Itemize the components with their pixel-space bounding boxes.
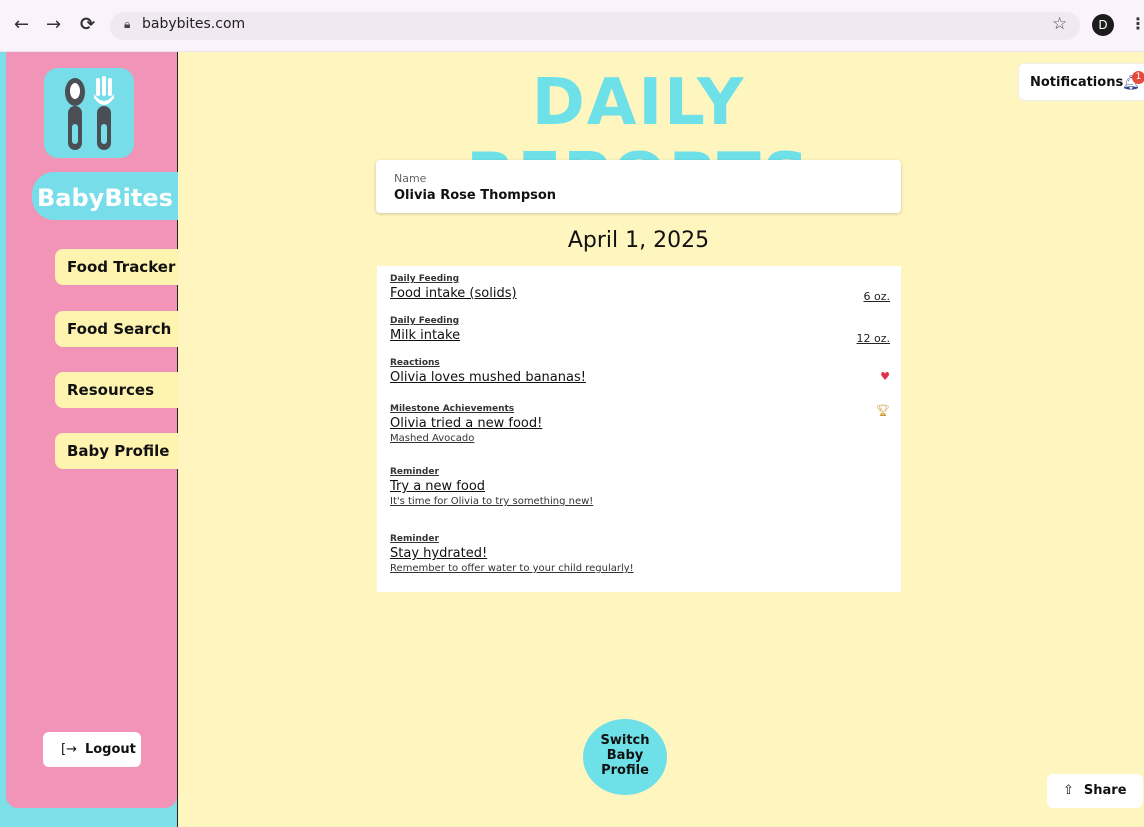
entry-value: 6 oz.: [863, 290, 891, 303]
entry-category: Reminder: [390, 467, 439, 477]
profile-avatar[interactable]: D: [1092, 14, 1114, 36]
entry-category: Reminder: [390, 534, 439, 544]
notification-count-badge: 1: [1132, 71, 1144, 84]
spoon-fork-icon: [65, 76, 114, 150]
back-arrow-icon[interactable]: ←: [14, 14, 29, 36]
url-text[interactable]: babybites.com: [142, 16, 245, 32]
sidebar-item-resources[interactable]: Resources: [55, 372, 178, 408]
entry-category: Daily Feeding: [390, 274, 460, 284]
switch-label-line3: Profile: [601, 763, 649, 778]
entry-subtitle: It's time for Olivia to try something ne…: [390, 496, 594, 507]
share-icon: ⇧: [1063, 783, 1074, 798]
switch-label-line1: Switch: [600, 733, 650, 748]
entry-category: Daily Feeding: [390, 316, 460, 326]
list-item[interactable]: Reminder Try a new food It's time for Ol…: [390, 467, 890, 507]
entry-title[interactable]: Milk intake: [390, 328, 890, 343]
entry-value: 12 oz.: [856, 332, 891, 345]
list-item[interactable]: Reminder Stay hydrated! Remember to offe…: [390, 534, 890, 574]
switch-label-line2: Baby: [606, 748, 644, 763]
share-label: Share: [1083, 783, 1127, 798]
list-item[interactable]: Milestone Achievements Olivia tried a ne…: [390, 404, 890, 444]
sidebar-item-baby-profile[interactable]: Baby Profile: [55, 433, 178, 469]
trophy-icon: 🏆︎: [876, 404, 890, 417]
name-field[interactable]: Name Olivia Rose Thompson: [376, 160, 901, 213]
logout-icon: [→: [61, 742, 77, 757]
reload-icon[interactable]: ⟳: [80, 14, 95, 36]
report-date: April 1, 2025: [567, 228, 710, 253]
name-field-label: Name: [394, 172, 427, 185]
entry-title[interactable]: Food intake (solids): [390, 286, 890, 301]
daily-report-list: Daily Feeding Food intake (solids) 6 oz.…: [377, 266, 901, 592]
notifications-label: Notifications: [1030, 75, 1124, 90]
babybites-logo[interactable]: [44, 68, 134, 158]
sidebar: [6, 52, 177, 808]
logout-button[interactable]: [→ Logout: [43, 732, 141, 767]
entry-title[interactable]: Olivia loves mushed bananas!: [390, 370, 890, 385]
heart-icon: ♥: [880, 370, 890, 383]
entry-title[interactable]: Olivia tried a new food!: [390, 416, 890, 431]
sidebar-item-food-search[interactable]: Food Search: [55, 311, 178, 347]
list-item[interactable]: Reactions Olivia loves mushed bananas! ♥: [390, 358, 890, 385]
browser-menu-icon[interactable]: ⋮: [1130, 14, 1144, 33]
entry-subtitle: Remember to offer water to your child re…: [390, 563, 634, 574]
sidebar-item-food-tracker[interactable]: Food Tracker: [55, 249, 178, 285]
forward-arrow-icon[interactable]: →: [46, 14, 61, 36]
logout-label: Logout: [84, 742, 136, 757]
entry-subtitle: Mashed Avocado: [390, 433, 475, 444]
list-item[interactable]: Daily Feeding Milk intake 12 oz.: [390, 316, 891, 345]
lock-icon: 🔒︎: [124, 17, 131, 31]
entry-title[interactable]: Stay hydrated!: [390, 546, 890, 561]
brand-name: BabyBites: [37, 184, 173, 212]
bookmark-star-icon[interactable]: ☆: [1052, 14, 1067, 34]
entry-category: Reactions: [390, 358, 440, 368]
share-button[interactable]: ⇧ Share: [1047, 774, 1143, 808]
entry-category: Milestone Achievements: [390, 404, 515, 414]
entry-title[interactable]: Try a new food: [390, 479, 890, 494]
switch-baby-profile-button[interactable]: Switch Baby Profile: [583, 719, 667, 795]
list-item[interactable]: Daily Feeding Food intake (solids) 6 oz.: [390, 274, 891, 303]
address-bar[interactable]: [110, 12, 1080, 40]
name-field-value[interactable]: Olivia Rose Thompson: [394, 188, 556, 203]
